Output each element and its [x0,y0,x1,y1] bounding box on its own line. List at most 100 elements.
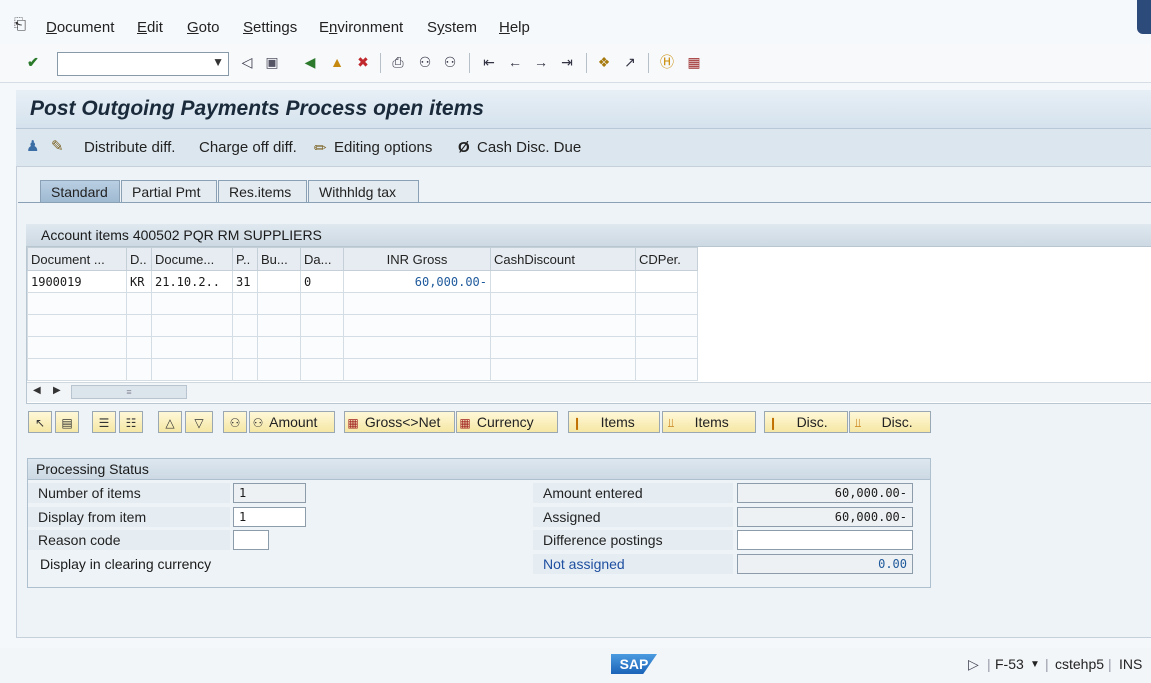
tab-res-items[interactable]: Res.items [218,180,307,202]
col-inr-gross[interactable]: INR Gross [343,247,491,271]
cancel-icon[interactable]: ✖ [354,53,372,71]
col-days[interactable]: Da... [300,247,344,271]
next-page-icon[interactable]: → [532,53,550,71]
menu-goto[interactable]: Goto [187,19,220,36]
menu-help[interactable]: Help [499,19,530,36]
menu-document[interactable]: Document [46,19,114,36]
first-page-icon[interactable]: ⇤ [480,53,498,71]
find-icon[interactable]: ⚇ [416,53,434,71]
disc-pin-button-label: Disc. [796,414,828,430]
command-field[interactable]: ▼ [57,52,229,76]
window-menu-icon[interactable]: ⎗ [14,16,26,33]
select-all-button[interactable]: ↖ [28,411,52,433]
menu-edit[interactable]: Edit [137,19,163,36]
insert-mode[interactable]: INS [1119,656,1142,672]
select-icon: ↖ [34,416,46,430]
activate-items-button[interactable]: ☰ [92,411,116,433]
currency-button-label: Currency [476,414,534,430]
chevron-down-icon[interactable]: ▼ [1030,659,1040,670]
window-edge-tab [1137,0,1151,34]
grid-title: Account items 400502 PQR RM SUPPLIERS [26,224,1151,247]
col-doc-date[interactable]: Docume... [151,247,233,271]
col-cash-discount[interactable]: CashDiscount [490,247,636,271]
charge-off-diff-button[interactable]: Charge off diff. [199,139,297,156]
distribute-diff-button[interactable]: Distribute diff. [84,139,175,156]
cash-disc-due-button[interactable]: Cash Disc. Due [477,139,581,156]
back-icon[interactable]: ◀ [301,53,319,71]
pencil-icon: ✏ [314,140,327,157]
new-session-icon[interactable]: ❖ [595,53,613,71]
difference-postings-field[interactable] [737,530,913,550]
gross-net-button[interactable]: ▦ Gross<>Net [344,411,455,433]
scroll-left-icon[interactable]: ◀ [33,385,41,396]
toolbar-separator [648,53,649,73]
deselect-icon: ▤ [61,416,73,430]
help-icon[interactable]: Ⓗ [658,53,676,71]
col-cd-percent[interactable]: CDPer. [635,247,698,271]
check-icon[interactable]: ✔ [24,53,42,71]
save-icon[interactable]: ▣ [263,53,281,71]
sort-button[interactable]: △ [158,411,182,433]
number-of-items-label: Number of items [28,483,230,503]
deactivate-items-button[interactable]: ☷ [119,411,143,433]
layout-icon[interactable]: ▦ [685,53,703,71]
transaction-code[interactable]: F-53 [995,656,1024,672]
col-posting-key[interactable]: P.. [232,247,258,271]
unpin-icon: ⫫ [854,416,862,430]
prev-page-icon[interactable]: ← [506,53,524,71]
cell-cd-percent[interactable] [635,270,698,293]
items-pin-button[interactable]: ❙ Items [568,411,660,433]
cell-inr-gross: 60,000.00- [343,270,491,293]
reason-code-field[interactable] [233,530,269,550]
edit-icon[interactable]: ✎ [51,137,64,155]
amount-button[interactable]: ⚇ Amount [249,411,335,433]
pin-icon: ❙ [767,416,779,430]
not-assigned-field: 0.00 [737,554,913,574]
list-alt-icon: ☷ [125,416,137,430]
table-row[interactable]: 1900019 KR 21.10.2.. 31 0 60,000.00- [27,270,698,293]
print-icon[interactable]: ⎙ [389,53,407,71]
menu-system[interactable]: System [427,19,477,36]
last-page-icon[interactable]: ⇥ [558,53,576,71]
menu-environment[interactable]: Environment [319,19,403,36]
currency-button[interactable]: ▦ Currency [456,411,558,433]
menu-mnemonic: G [187,19,199,36]
display-from-item-field[interactable]: 1 [233,507,306,527]
toolbar-separator [380,53,381,73]
filter-button[interactable]: ▽ [185,411,213,433]
search-button[interactable]: ⚇ [223,411,247,433]
cell-doc-date: 21.10.2.. [151,270,233,293]
col-business-area[interactable]: Bu... [257,247,301,271]
scroll-right-icon[interactable]: ▶ [53,385,61,396]
display-clearing-currency-label[interactable]: Display in clearing currency [40,554,211,574]
disc-pin-button[interactable]: ❙ Disc. [764,411,848,433]
not-assigned-label: Not assigned [533,554,733,574]
menu-mnemonic: D [46,19,57,36]
tab-withhldg-tax[interactable]: Withhldg tax [308,180,419,202]
shortcut-icon[interactable]: ↗ [621,53,639,71]
exit-icon[interactable]: ▲ [328,53,346,71]
tab-partial-pmt[interactable]: Partial Pmt [121,180,217,202]
find-next-icon[interactable]: ⚇ [441,53,459,71]
menu-mnemonic: y [437,19,445,36]
disc-unpin-button-label: Disc. [881,414,913,430]
status-expand-icon[interactable]: ▷ [968,656,979,673]
user-icon[interactable]: ♟ [26,137,39,155]
col-document[interactable]: Document ... [27,247,127,271]
menu-mnemonic: E [137,19,148,36]
chevron-down-icon[interactable]: ▼ [212,55,224,69]
scroll-thumb[interactable]: ≡ [71,385,187,399]
editing-options-button[interactable]: Editing options [334,139,432,156]
back-triangle-icon[interactable]: ◁ [238,53,256,71]
items-unpin-button[interactable]: ⫫ Items [662,411,756,433]
empty-set-icon: Ø [458,139,470,156]
menu-settings[interactable]: Settings [243,19,297,36]
horizontal-scrollbar[interactable]: ◀ ▶ ≡ [27,382,1151,402]
cell-cash-discount[interactable] [490,270,636,293]
col-doc-type[interactable]: D.. [126,247,152,271]
amount-entered-label: Amount entered [533,483,733,503]
disc-unpin-button[interactable]: ⫫ Disc. [849,411,931,433]
tab-standard[interactable]: Standard [40,180,120,202]
server-name: cstehp5 [1055,656,1105,672]
deselect-button[interactable]: ▤ [55,411,79,433]
